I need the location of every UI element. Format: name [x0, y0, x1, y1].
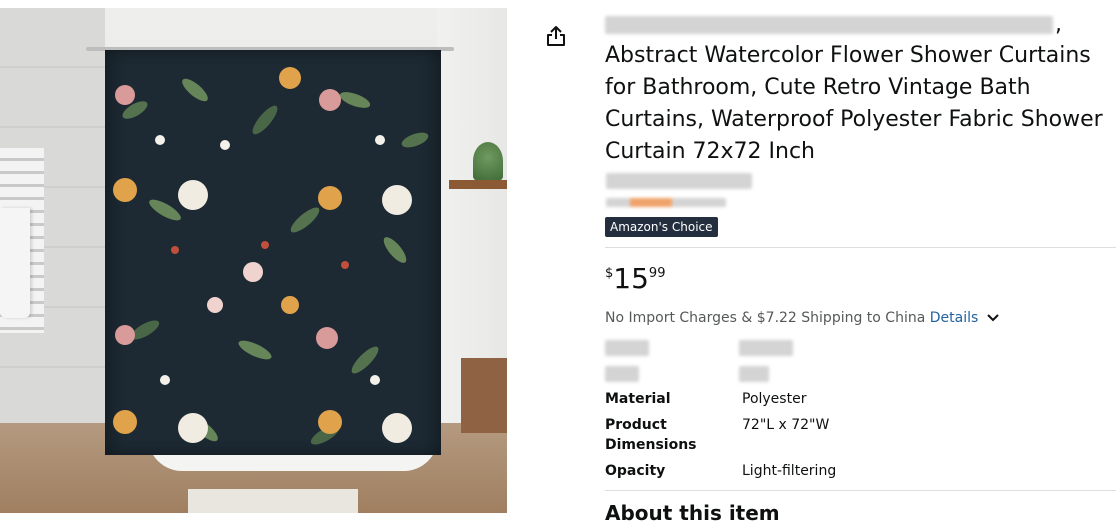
divider	[605, 490, 1116, 491]
store-link-redacted[interactable]	[606, 173, 752, 189]
spec-label-opacity: Opacity	[605, 463, 666, 479]
brand-name-redacted[interactable]	[605, 16, 1053, 34]
chevron-down-icon[interactable]	[986, 313, 1000, 323]
price: $1599	[605, 262, 665, 296]
title-comma: ,	[1055, 12, 1062, 37]
product-image[interactable]	[0, 8, 507, 513]
price-whole: 15	[613, 262, 649, 295]
price-symbol: $	[605, 266, 614, 281]
spec-value-material: Polyester	[742, 391, 807, 407]
spec-label-material: Material	[605, 391, 671, 407]
wall-shelf	[449, 180, 507, 189]
spec-value-dimensions: 72"L x 72"W	[742, 417, 830, 433]
side-table	[461, 358, 507, 433]
shipping-details-link[interactable]: Details	[930, 310, 979, 326]
spec-label-dimensions: Product Dimensions	[605, 417, 697, 453]
amazons-choice-badge[interactable]: Amazon's Choice	[605, 217, 718, 237]
share-icon[interactable]	[545, 24, 567, 48]
product-title: Abstract Watercolor Flower Shower Curtai…	[605, 43, 1103, 164]
rating-redacted[interactable]	[606, 198, 726, 207]
shipping-info: No Import Charges & $7.22 Shipping to Ch…	[605, 308, 1000, 328]
plant	[473, 142, 503, 180]
divider	[605, 247, 1116, 248]
spec-value-redacted	[739, 340, 793, 356]
spec-value-opacity: Light-filtering	[742, 463, 837, 479]
price-fraction: 99	[648, 266, 666, 281]
bath-mat	[188, 489, 358, 513]
spec-label-redacted	[605, 366, 639, 382]
shower-curtain	[105, 50, 441, 455]
spec-label-redacted	[605, 340, 649, 356]
shipping-text: No Import Charges & $7.22 Shipping to Ch…	[605, 310, 926, 326]
floral-pattern	[113, 67, 429, 445]
spec-value-redacted	[739, 366, 769, 382]
towel	[0, 208, 30, 318]
about-this-item-heading: About this item	[605, 501, 780, 525]
